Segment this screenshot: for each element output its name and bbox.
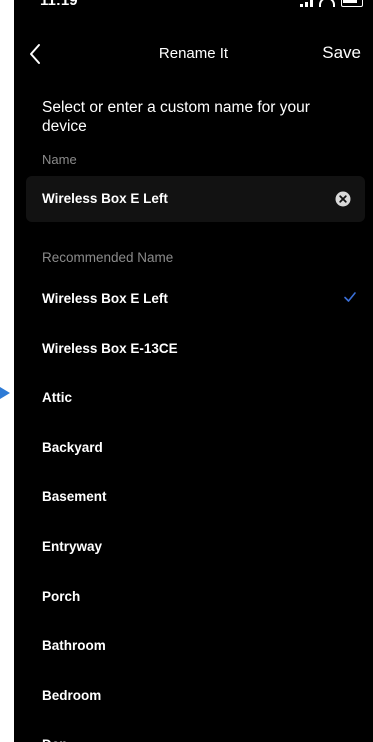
list-item[interactable]: Bedroom	[14, 669, 373, 719]
list-item-label: Attic	[42, 390, 72, 406]
recommended-label: Recommended Name	[42, 250, 174, 265]
clear-icon	[335, 191, 351, 207]
list-item[interactable]: Basement	[14, 470, 373, 520]
name-field-label: Name	[42, 152, 77, 167]
list-item[interactable]: Backyard	[14, 421, 373, 471]
wifi-icon	[319, 0, 335, 7]
signal-icon	[300, 0, 313, 7]
list-item-label: Den	[42, 737, 68, 742]
pointer-arrow-icon	[0, 387, 10, 399]
list-item-label: Entryway	[42, 538, 103, 554]
list-item-label: Bathroom	[42, 638, 106, 654]
list-item-label: Basement	[42, 489, 107, 505]
list-item[interactable]: Attic	[14, 371, 373, 421]
list-item-label: Backyard	[42, 439, 103, 455]
name-input[interactable]: Wireless Box E Left	[26, 176, 365, 222]
battery-icon	[341, 0, 363, 7]
list-item-label: Wireless Box E-13CE	[42, 340, 178, 356]
save-button[interactable]: Save	[322, 43, 361, 63]
list-item[interactable]: Wireless Box E Left	[14, 272, 373, 322]
list-item[interactable]: Bathroom	[14, 619, 373, 669]
status-time: 11:19	[40, 0, 78, 9]
list-item-label: Wireless Box E Left	[42, 291, 168, 306]
list-item[interactable]: Porch	[14, 570, 373, 620]
recommended-name-list: Wireless Box E Left Wireless Box E-13CE At…	[14, 272, 373, 742]
page-title: Rename It	[158, 45, 229, 62]
checkmark-icon	[344, 292, 356, 302]
clear-button[interactable]	[335, 191, 351, 207]
navigation-bar: Rename It Save	[14, 36, 373, 72]
name-input-value[interactable]: Wireless Box E Left	[42, 191, 168, 206]
phone-screen: 11:19 Rename It Save Select or enter a c…	[14, 0, 373, 742]
list-item-label: Bedroom	[42, 687, 102, 703]
rename-prompt: Select or enter a custom name for your d…	[42, 99, 310, 135]
list-item-label: Porch	[42, 588, 81, 604]
status-bar: 11:19	[14, 0, 373, 18]
list-item[interactable]: Den	[14, 718, 373, 742]
status-icons	[300, 0, 363, 7]
list-item[interactable]: Entryway	[14, 520, 373, 570]
list-item[interactable]: Wireless Box E-13CE	[14, 322, 373, 372]
